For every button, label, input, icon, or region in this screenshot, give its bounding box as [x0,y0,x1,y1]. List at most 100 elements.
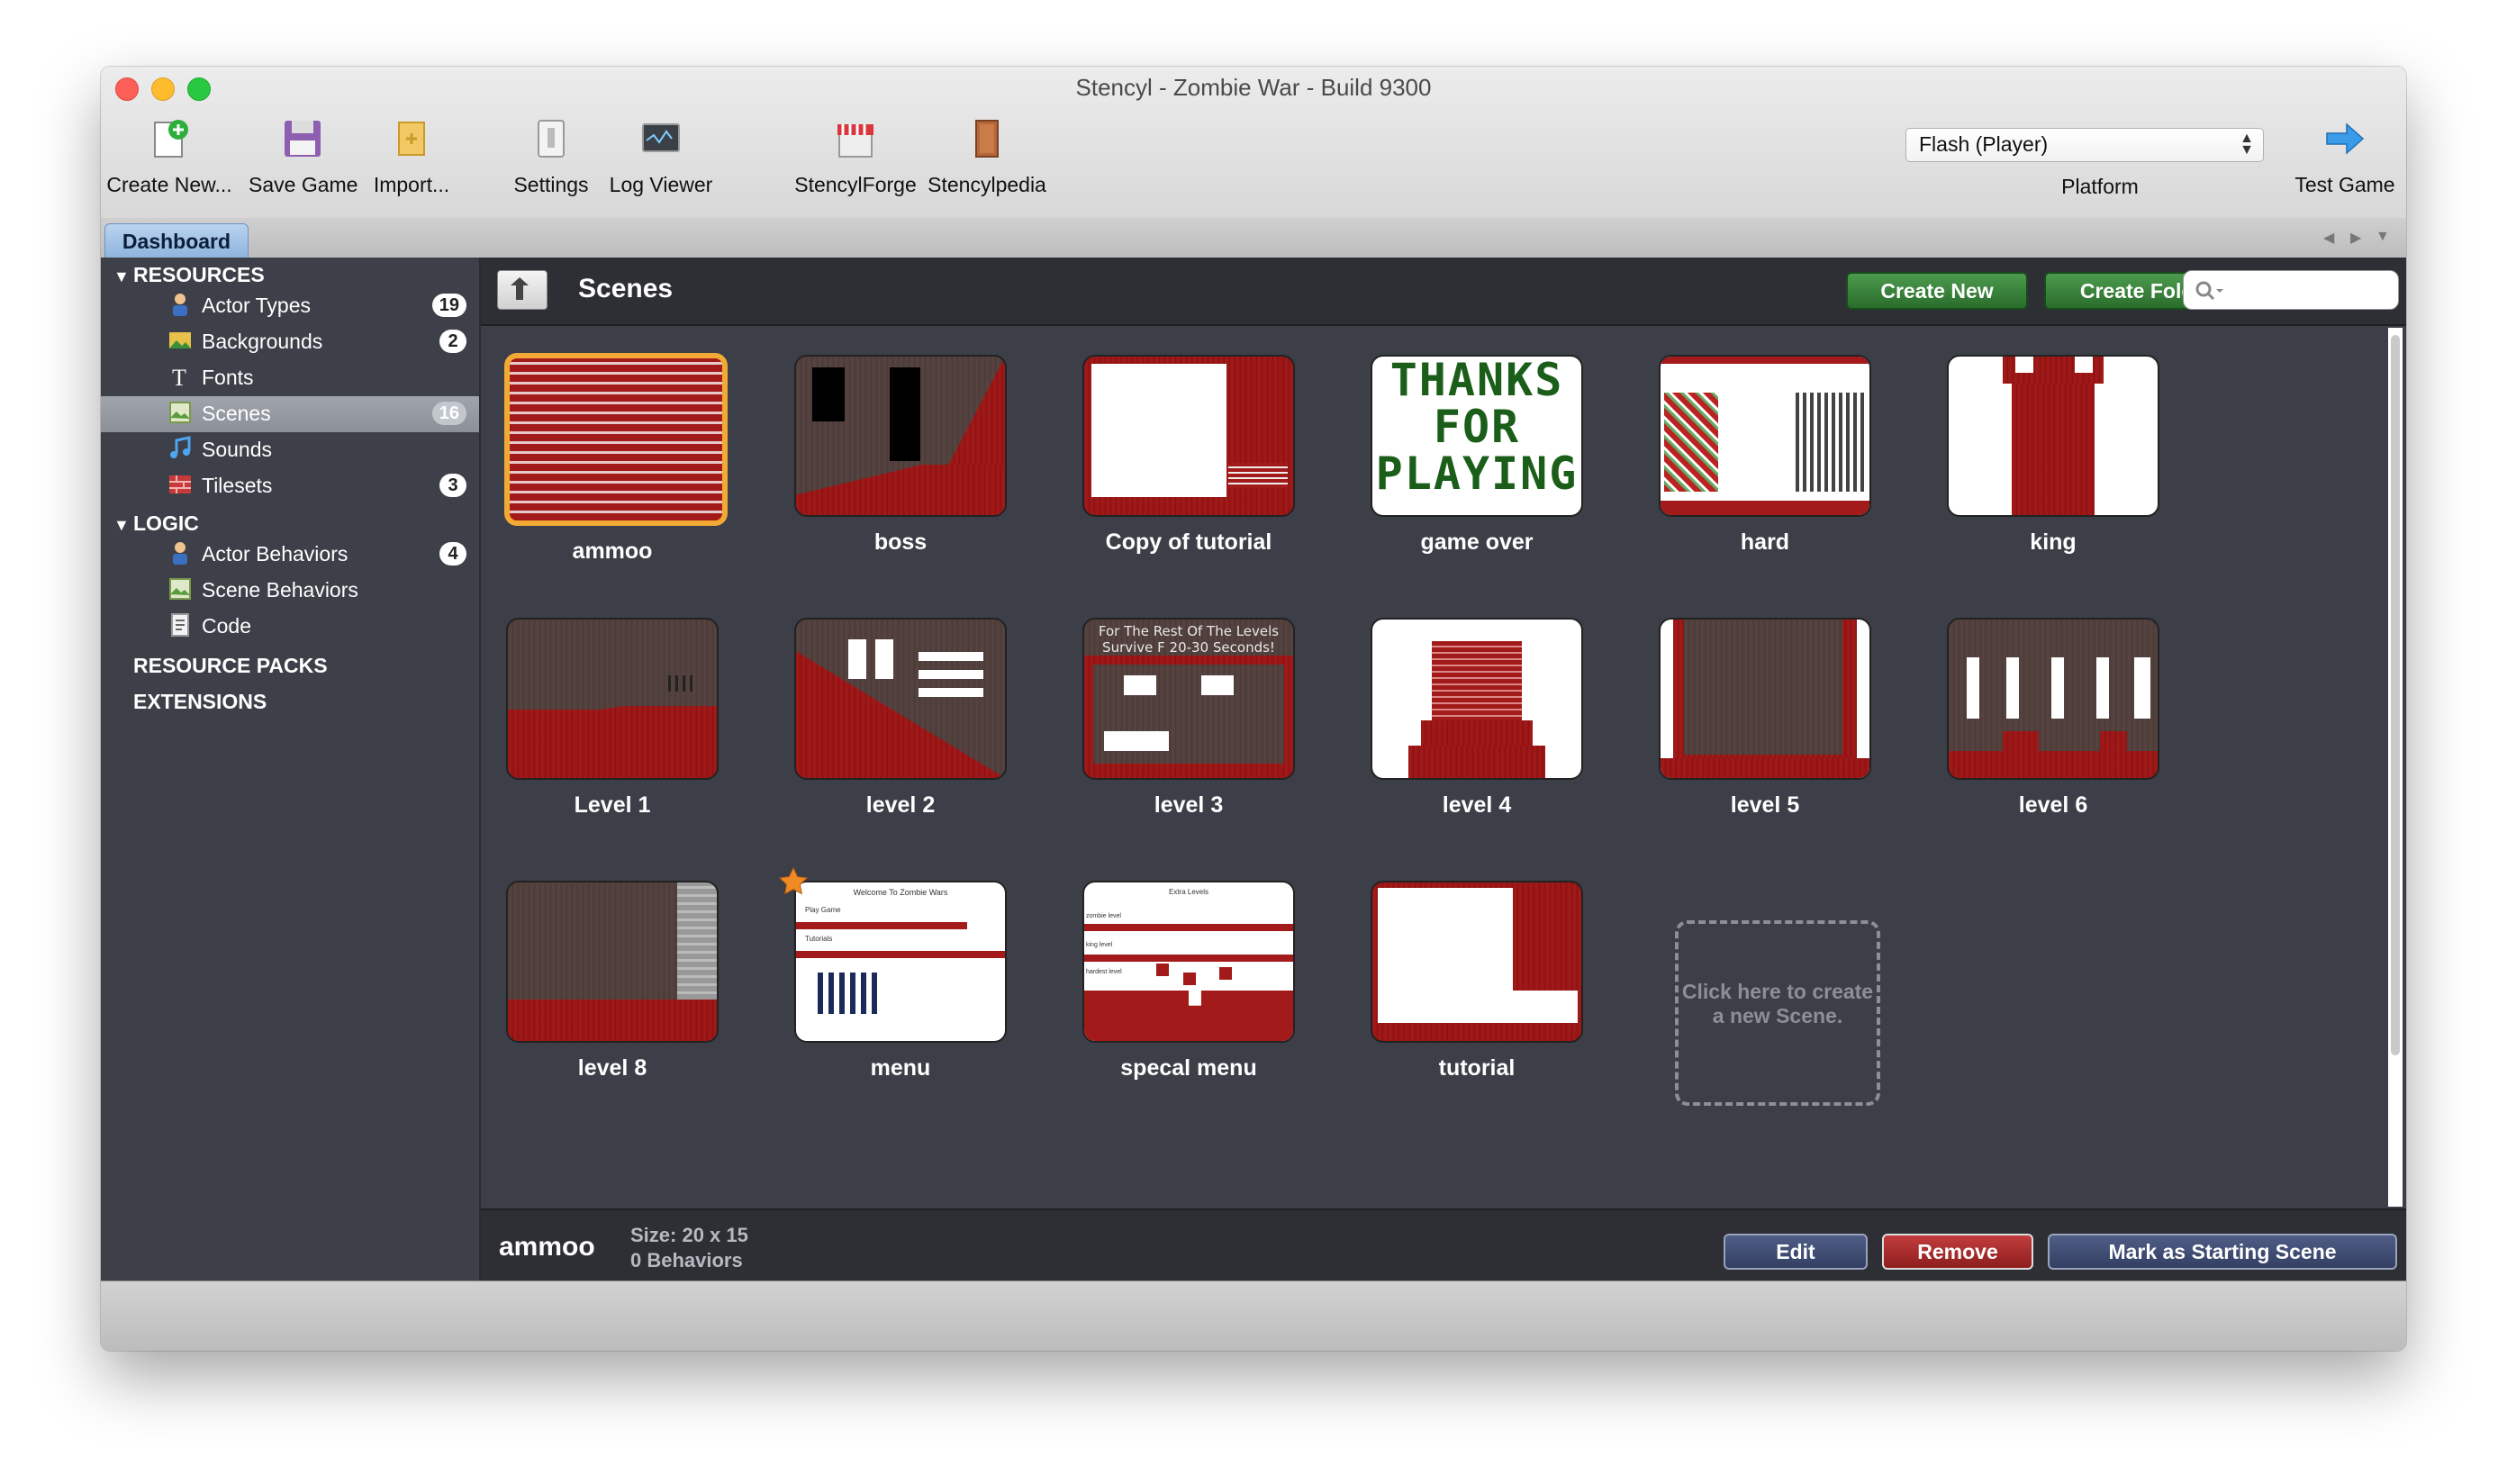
scene-card-ammoo[interactable]: ammoo [504,353,728,565]
save-game-label: Save Game [249,173,358,196]
sidebar-item-label: Sounds [202,438,273,461]
scene-name: specal menu [1120,1055,1257,1081]
sidebar-item-tilesets[interactable]: Tilesets 3 [101,468,479,504]
scene-thumbnail [1947,618,2159,780]
scrollbar[interactable] [2388,328,2403,1207]
tab-next-icon[interactable]: ▶ [2350,229,2361,247]
thumbnail-text: king level [1086,942,1113,948]
test-game-button[interactable]: Test Game [2284,117,2406,207]
sidebar-item-actor-types[interactable]: Actor Types 19 [101,288,479,324]
import-button[interactable]: Import... [362,117,461,207]
window-title: Stencyl - Zombie War - Build 9300 [1075,74,1432,101]
scene-thumbnail [506,881,719,1043]
music-note-icon [167,436,193,461]
save-game-button[interactable]: Save Game [249,117,357,207]
sidebar-header-logic[interactable]: ▼ LOGIC [113,511,199,536]
font-icon: T [167,364,193,391]
floppy-disk-icon [281,117,324,160]
tab-menu-icon[interactable]: ▼ [2376,229,2390,245]
door-icon [965,117,1009,160]
count-badge: 4 [439,542,466,566]
log-viewer-button[interactable]: Log Viewer [607,117,715,207]
log-viewer-label: Log Viewer [609,173,713,196]
scene-name: menu [870,1055,931,1081]
create-new-button[interactable]: Create New... [106,117,232,207]
status-bar: ammoo Size: 20 x 15 0 Behaviors Edit Rem… [481,1208,2406,1282]
scene-card-copy-of-tutorial[interactable]: Copy of tutorial [1082,355,1295,556]
folder-up-icon [511,277,529,300]
disclosure-triangle-icon: ▼ [113,267,130,285]
scene-card-hard[interactable]: hard [1659,355,1871,556]
sidebar-item-scene-behaviors[interactable]: Scene Behaviors [101,573,479,609]
scene-card-boss[interactable]: boss [794,355,1007,556]
thumbnail-text: Extra Levels [1168,888,1209,896]
scene-card-level-3[interactable]: For The Rest Of The Levels Survive F 20-… [1082,618,1295,819]
scene-name: ammoo [572,538,653,564]
create-new-scene-button[interactable]: Create New [1846,272,2028,310]
sidebar-item-actor-behaviors[interactable]: Actor Behaviors 4 [101,537,479,573]
scene-thumbnail: THANKS FOR PLAYING [1371,355,1583,517]
scene-thumbnail [1659,618,1871,780]
scene-thumbnail: Extra Levels zombie level king level har… [1082,881,1295,1043]
sidebar-item-code[interactable]: Code [101,609,479,645]
store-icon [834,117,877,160]
selected-scene-info: Size: 20 x 15 0 Behaviors [630,1223,748,1273]
search-icon [2195,281,2223,301]
settings-button[interactable]: Settings [506,117,596,207]
arrow-right-icon [2323,117,2367,160]
actor-icon [167,292,193,317]
sidebar-item-resource-packs[interactable]: RESOURCE PACKS [133,654,328,678]
tileset-icon [167,472,193,497]
scene-card-game-over[interactable]: THANKS FOR PLAYING game over [1371,355,1583,556]
starting-scene-star-icon [778,866,809,895]
sidebar-item-backgrounds[interactable]: Backgrounds 2 [101,324,479,360]
sidebar-item-fonts[interactable]: T Fonts [101,360,479,396]
scene-thumbnail [794,618,1007,780]
scene-behavior-icon [167,576,193,602]
search-input[interactable] [2183,270,2399,310]
scene-card-level-6[interactable]: level 6 [1947,618,2159,819]
remove-button[interactable]: Remove [1882,1234,2033,1270]
background-icon [167,328,193,353]
scene-card-level-2[interactable]: level 2 [794,618,1007,819]
toolbar: Stencyl - Zombie War - Build 9300 Create… [101,67,2406,220]
scene-card-level-5[interactable]: level 5 [1659,618,1871,819]
scene-card-level-8[interactable]: level 8 [506,881,719,1081]
tab-dashboard[interactable]: Dashboard [104,223,249,258]
scene-name: level 2 [865,792,936,818]
scene-card-level-4[interactable]: level 4 [1371,618,1583,819]
scene-name: level 3 [1154,792,1224,818]
scene-card-level-1[interactable]: Level 1 [506,618,719,819]
stencylforge-button[interactable]: StencylForge [794,117,917,207]
scene-thumbnail [1659,355,1871,517]
tab-prev-icon[interactable]: ◀ [2323,229,2334,247]
scene-card-tutorial[interactable]: tutorial [1371,881,1583,1081]
folder-up-button[interactable] [497,270,548,310]
stencylpedia-button[interactable]: Stencylpedia [926,117,1048,207]
sidebar-item-extensions[interactable]: EXTENSIONS [133,690,267,714]
thumbnail-text: For The Rest Of The Levels Survive F 20-… [1098,623,1280,656]
scene-thumbnail: For The Rest Of The Levels Survive F 20-… [1082,618,1295,780]
sidebar-item-label: Tilesets [202,474,273,497]
thumbnail-text: Tutorials [805,935,833,943]
code-icon [167,612,193,638]
edit-button[interactable]: Edit [1724,1234,1868,1270]
scene-size: Size: 20 x 15 [630,1224,748,1246]
scene-card-specal-menu[interactable]: Extra Levels zombie level king level har… [1082,881,1295,1081]
sidebar-item-sounds[interactable]: Sounds [101,432,479,468]
count-badge: 16 [431,402,466,425]
scenes-panel: Scenes Create New Create Folder ammoo bo… [481,258,2406,1282]
sidebar-item-scenes[interactable]: Scenes 16 [101,396,479,432]
platform-label: Platform [2061,175,2139,198]
scene-card-menu[interactable]: Welcome To Zombie Wars Play Game Tutoria… [778,866,1007,1081]
create-new-scene-placeholder[interactable]: Click here to create a new Scene. [1675,920,1880,1106]
platform-select[interactable]: Flash (Player) ▲ ▼ [1905,128,2264,162]
scene-thumbnail [1947,355,2159,517]
thumbnail-text: Play Game [805,906,841,914]
scrollbar-thumb[interactable] [2391,335,2400,1055]
scene-card-king[interactable]: king [1947,355,2159,556]
select-arrows-icon: ▲ ▼ [2240,131,2254,158]
mark-starting-scene-button[interactable]: Mark as Starting Scene [2048,1234,2397,1270]
import-label: Import... [373,173,450,196]
sidebar-header-resources[interactable]: ▼ RESOURCES [113,263,265,287]
